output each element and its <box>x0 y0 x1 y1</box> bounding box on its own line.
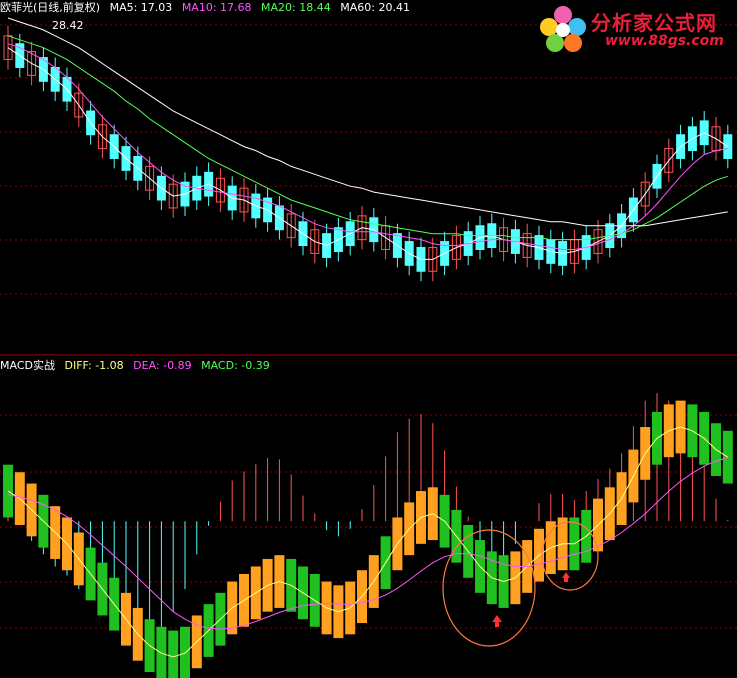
dea-label: DEA: -0.89 <box>133 359 192 372</box>
price-pane[interactable] <box>3 17 733 282</box>
stock-chart[interactable] <box>0 0 737 678</box>
up-arrow-icon <box>562 572 570 582</box>
green-block <box>3 464 13 518</box>
down-candle <box>723 134 733 159</box>
stock-name-label: 欧菲光(日线,前复权) <box>0 1 101 14</box>
ma5-label: MA5: 17.03 <box>109 1 173 14</box>
watermark-logo: 分析家公式网 www.88gs.com <box>535 3 731 55</box>
ma20-label: MA20: 18.44 <box>261 1 331 14</box>
price-header: 欧菲光(日线,前复权) MA5: 17.03 MA10: 17.68 MA20:… <box>0 0 416 16</box>
green-block <box>180 626 190 678</box>
watermark-brand: 分析家公式网 <box>591 11 717 35</box>
up-arrow-icon <box>492 615 502 627</box>
ma10-label: MA10: 17.68 <box>181 1 252 14</box>
macd-value-label: MACD: -0.39 <box>201 359 270 372</box>
green-block <box>156 626 167 678</box>
macd-header: MACD实战 DIFF: -1.08 DEA: -0.89 MACD: -0.3… <box>0 358 276 374</box>
macd-pane[interactable] <box>3 393 733 678</box>
macd-name-label: MACD实战 <box>0 359 55 372</box>
peak-price-label: 28.42 <box>52 19 84 32</box>
watermark-url: www.88gs.com <box>605 33 724 49</box>
flower-icon <box>540 6 586 52</box>
diff-label: DIFF: -1.08 <box>64 359 124 372</box>
chart-grid <box>0 24 737 629</box>
ma60-label: MA60: 20.41 <box>340 1 410 14</box>
green-block <box>168 630 179 678</box>
